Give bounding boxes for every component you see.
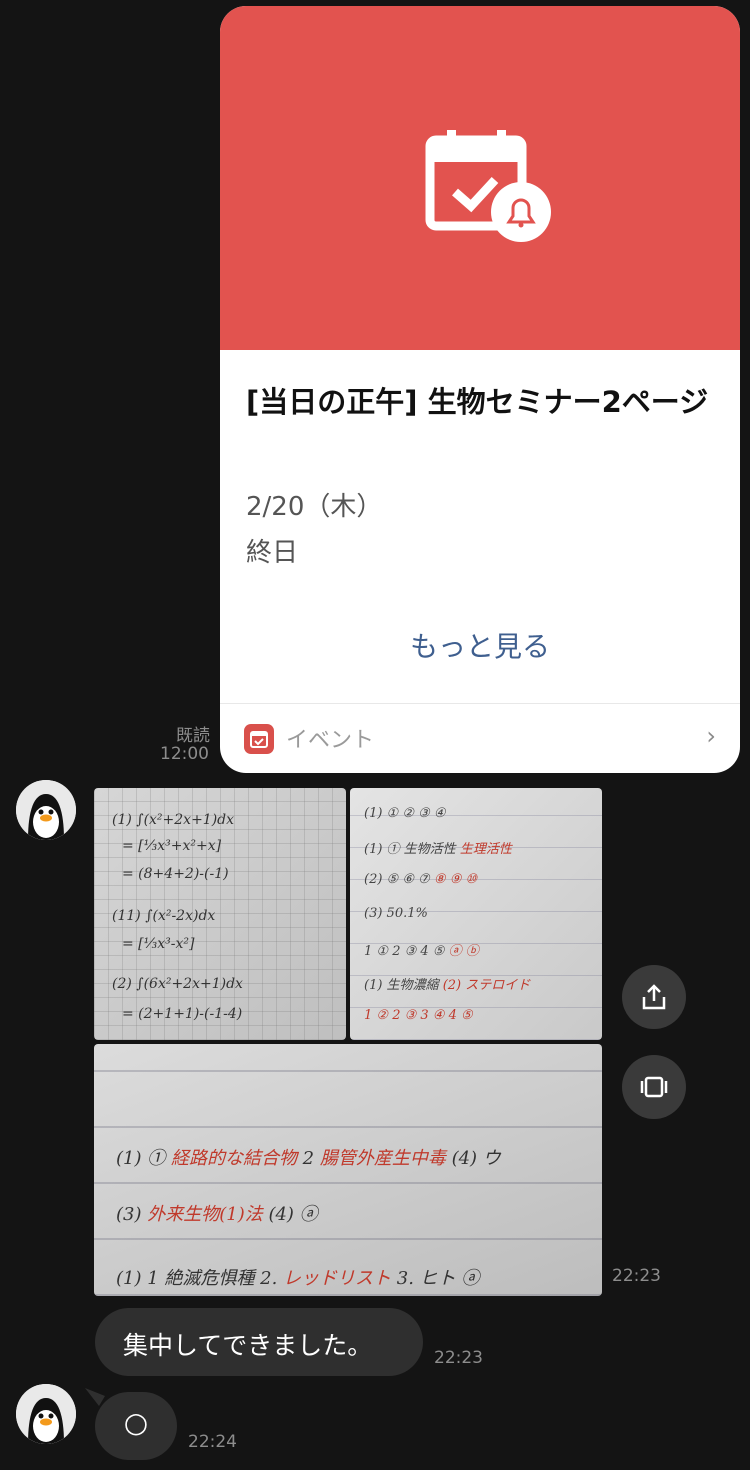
event-calendar-icon: [244, 724, 274, 754]
avatar[interactable]: [16, 1384, 76, 1444]
message-time: 22:23: [434, 1348, 483, 1368]
event-card[interactable]: [当日の正午] 生物セミナー2ページ 2/20（木） 終日 もっと見る イベント…: [220, 6, 740, 773]
penguin-icon: [16, 780, 76, 840]
penguin-icon: [16, 1384, 76, 1444]
share-button[interactable]: [622, 965, 686, 1029]
message-text: ○: [123, 1406, 149, 1439]
collage-button[interactable]: [622, 1055, 686, 1119]
avatar[interactable]: [16, 780, 76, 840]
answer-notes-photo[interactable]: (1) ① 経路的な結合物 2 腸管外産生中毒 (4) ウ (3) 外来生物(1…: [94, 1044, 602, 1296]
message-bubble[interactable]: ○: [85, 1388, 177, 1460]
calendar-bell-icon: [425, 130, 551, 242]
event-hero: [220, 6, 740, 350]
share-icon: [642, 984, 666, 1010]
message-text: 集中してできました。: [123, 1331, 373, 1360]
read-time: 12:00: [160, 744, 209, 764]
photo-time: 22:23: [612, 1266, 661, 1286]
event-date: 2/20（木）: [246, 492, 383, 522]
event-all-day: 終日: [246, 538, 299, 568]
see-more-button[interactable]: もっと見る: [220, 616, 740, 678]
read-receipt: 既読: [176, 726, 210, 746]
collage-icon: [640, 1076, 668, 1098]
message-time: 22:24: [188, 1432, 237, 1452]
event-footer-label: イベント: [286, 728, 375, 753]
event-footer[interactable]: イベント ›: [220, 703, 740, 773]
message-bubble[interactable]: 集中してできました。: [95, 1308, 423, 1376]
bubble-tail: [85, 1388, 105, 1406]
math-notes-photo[interactable]: (1) ∫(x²+2x+1)dx = [⅓x³+x²+x] = (8+4+2)-…: [94, 788, 346, 1040]
biology-notes-photo[interactable]: (1) ① ② ③ ④ (1) ① 生物活性 生理活性 (2) ⑤ ⑥ ⑦ ⑧ …: [350, 788, 602, 1040]
event-title: [当日の正午] 生物セミナー2ページ: [246, 385, 709, 419]
chevron-right-icon: ›: [706, 722, 716, 750]
